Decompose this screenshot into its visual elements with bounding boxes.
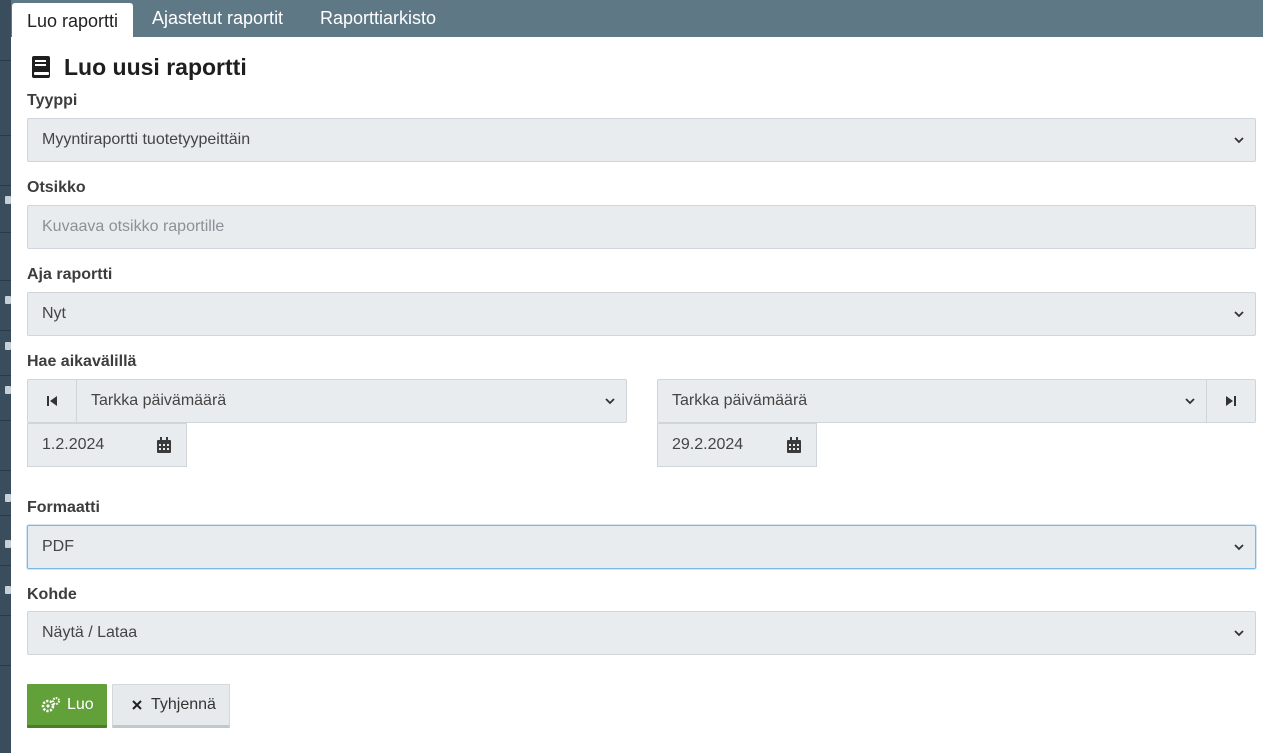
tab-create-report[interactable]: Luo raportti bbox=[12, 3, 134, 37]
range-start-mode-select[interactable]: Tarkka päivämäärä bbox=[76, 379, 627, 423]
chevron-down-icon bbox=[1234, 544, 1244, 551]
calendar-icon[interactable] bbox=[786, 437, 802, 454]
range-end-date-value: 29.2.2024 bbox=[672, 436, 744, 453]
target-select[interactable]: Näytä / Lataa bbox=[27, 611, 1256, 655]
page-title: Luo uusi raportti bbox=[30, 52, 247, 82]
title-label: Otsikko bbox=[27, 179, 86, 196]
run-select-value: Nyt bbox=[42, 305, 66, 322]
target-label: Kohde bbox=[27, 586, 77, 603]
chevron-down-icon bbox=[1185, 398, 1195, 405]
tab-scheduled-reports[interactable]: Ajastetut raportit bbox=[137, 0, 298, 37]
type-select-value: Myyntiraportti tuotetyypeittäin bbox=[42, 131, 251, 148]
type-label: Tyyppi bbox=[27, 92, 78, 109]
format-select-value: PDF bbox=[42, 538, 74, 555]
calendar-icon[interactable] bbox=[156, 437, 172, 454]
format-label: Formaatti bbox=[27, 499, 100, 516]
title-input-placeholder: Kuvaava otsikko raportille bbox=[42, 218, 225, 235]
range-end-mode-value: Tarkka päivämäärä bbox=[672, 392, 808, 409]
range-start-mode-value: Tarkka päivämäärä bbox=[91, 392, 227, 409]
step-forward-icon bbox=[1226, 396, 1236, 406]
book-icon bbox=[32, 56, 50, 78]
range-start-date-input[interactable]: 1.2.2024 bbox=[27, 423, 187, 467]
range-start-step-button[interactable] bbox=[27, 379, 77, 423]
range-start-date-value: 1.2.2024 bbox=[42, 436, 105, 453]
range-end-mode-select[interactable]: Tarkka päivämäärä bbox=[657, 379, 1207, 423]
chevron-down-icon bbox=[1234, 311, 1244, 318]
left-sidebar-strip bbox=[0, 0, 11, 753]
target-select-value: Näytä / Lataa bbox=[42, 624, 138, 641]
chevron-down-icon bbox=[605, 398, 615, 405]
gears-icon bbox=[41, 696, 60, 712]
range-end-step-button[interactable] bbox=[1206, 379, 1256, 423]
run-label: Aja raportti bbox=[27, 266, 113, 283]
create-button-label: Luo bbox=[67, 695, 94, 713]
step-backward-icon bbox=[47, 396, 57, 406]
range-end-date-input[interactable]: 29.2.2024 bbox=[657, 423, 817, 467]
run-select[interactable]: Nyt bbox=[27, 292, 1256, 336]
tab-bar: Luo raportti Ajastetut raportit Raportti… bbox=[11, 0, 1263, 37]
title-input[interactable]: Kuvaava otsikko raportille bbox=[27, 205, 1256, 249]
create-button[interactable]: Luo bbox=[27, 684, 107, 728]
tab-report-archive[interactable]: Raporttiarkisto bbox=[305, 0, 451, 37]
range-label: Hae aikavälillä bbox=[27, 353, 137, 370]
times-icon bbox=[132, 700, 142, 710]
clear-button[interactable]: Tyhjennä bbox=[112, 684, 230, 728]
format-select[interactable]: PDF bbox=[27, 525, 1256, 569]
type-select[interactable]: Myyntiraportti tuotetyypeittäin bbox=[27, 118, 1256, 162]
clear-button-label: Tyhjennä bbox=[151, 696, 216, 713]
chevron-down-icon bbox=[1234, 137, 1244, 144]
chevron-down-icon bbox=[1234, 630, 1244, 637]
page-title-text: Luo uusi raportti bbox=[64, 53, 247, 80]
